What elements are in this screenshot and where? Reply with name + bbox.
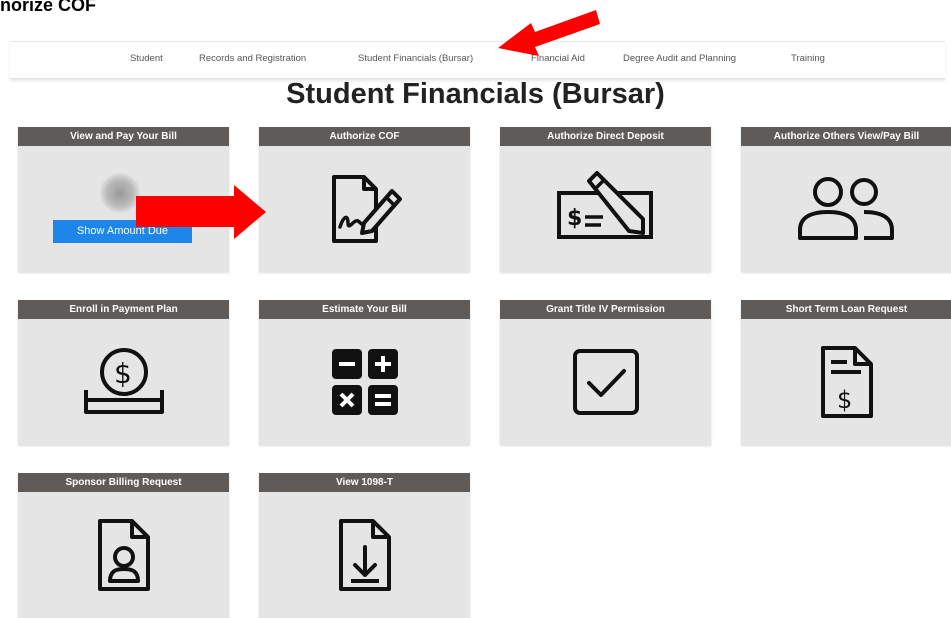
document-heading: norize COF: [0, 0, 97, 15]
users-icon: [797, 177, 894, 240]
tile-short-term-loan-request[interactable]: Short Term Loan Request $: [741, 300, 951, 445]
tile-authorize-others-view-pay-bill[interactable]: Authorize Others View/Pay Bill: [741, 127, 951, 272]
tile-title: Short Term Loan Request: [741, 300, 951, 319]
tile-title: Enroll in Payment Plan: [18, 300, 229, 319]
dollar-document-icon: $: [820, 346, 873, 418]
tile-title: Authorize COF: [259, 127, 470, 146]
tile-estimate-your-bill[interactable]: Estimate Your Bill: [259, 300, 470, 445]
tile-title: View and Pay Your Bill: [18, 127, 229, 146]
nav-item-records-and-registration[interactable]: Records and Registration: [199, 53, 306, 64]
svg-text:$: $: [837, 386, 852, 414]
tile-title: Sponsor Billing Request: [18, 473, 229, 492]
top-nav: Student Records and Registration Student…: [10, 41, 945, 79]
tile-title: View 1098-T: [259, 473, 470, 492]
calculator-icon: [331, 349, 398, 415]
svg-text:$: $: [114, 357, 132, 390]
tile-title: Authorize Direct Deposit: [500, 127, 711, 146]
nav-item-degree-audit-and-planning[interactable]: Degree Audit and Planning: [623, 53, 736, 64]
annotation-arrow-icon: [498, 10, 600, 56]
check-pen-icon: $: [556, 171, 653, 239]
tile-authorize-direct-deposit[interactable]: Authorize Direct Deposit $: [500, 127, 711, 272]
annotation-arrow-icon: [136, 185, 266, 239]
coin-in-tray-icon: $: [83, 348, 164, 414]
page-title: Student Financials (Bursar): [286, 78, 665, 110]
tile-sponsor-billing-request[interactable]: Sponsor Billing Request: [18, 473, 229, 618]
nav-item-student[interactable]: Student: [130, 53, 163, 64]
download-document-icon: [338, 519, 391, 591]
tile-authorize-cof[interactable]: Authorize COF: [259, 127, 470, 272]
tile-title: Grant Title IV Permission: [500, 300, 711, 319]
tile-view-1098-t[interactable]: View 1098-T: [259, 473, 470, 618]
person-document-icon: [97, 519, 150, 591]
svg-text:$: $: [567, 206, 582, 231]
tile-grant-title-iv-permission[interactable]: Grant Title IV Permission: [500, 300, 711, 445]
nav-item-student-financials[interactable]: Student Financials (Bursar): [358, 53, 473, 64]
tile-enroll-in-payment-plan[interactable]: Enroll in Payment Plan $: [18, 300, 229, 445]
tile-title: Authorize Others View/Pay Bill: [741, 127, 951, 146]
checkbox-icon: [572, 349, 639, 415]
nav-item-training[interactable]: Training: [791, 53, 825, 64]
signed-document-icon: [331, 175, 402, 243]
tile-title: Estimate Your Bill: [259, 300, 470, 319]
